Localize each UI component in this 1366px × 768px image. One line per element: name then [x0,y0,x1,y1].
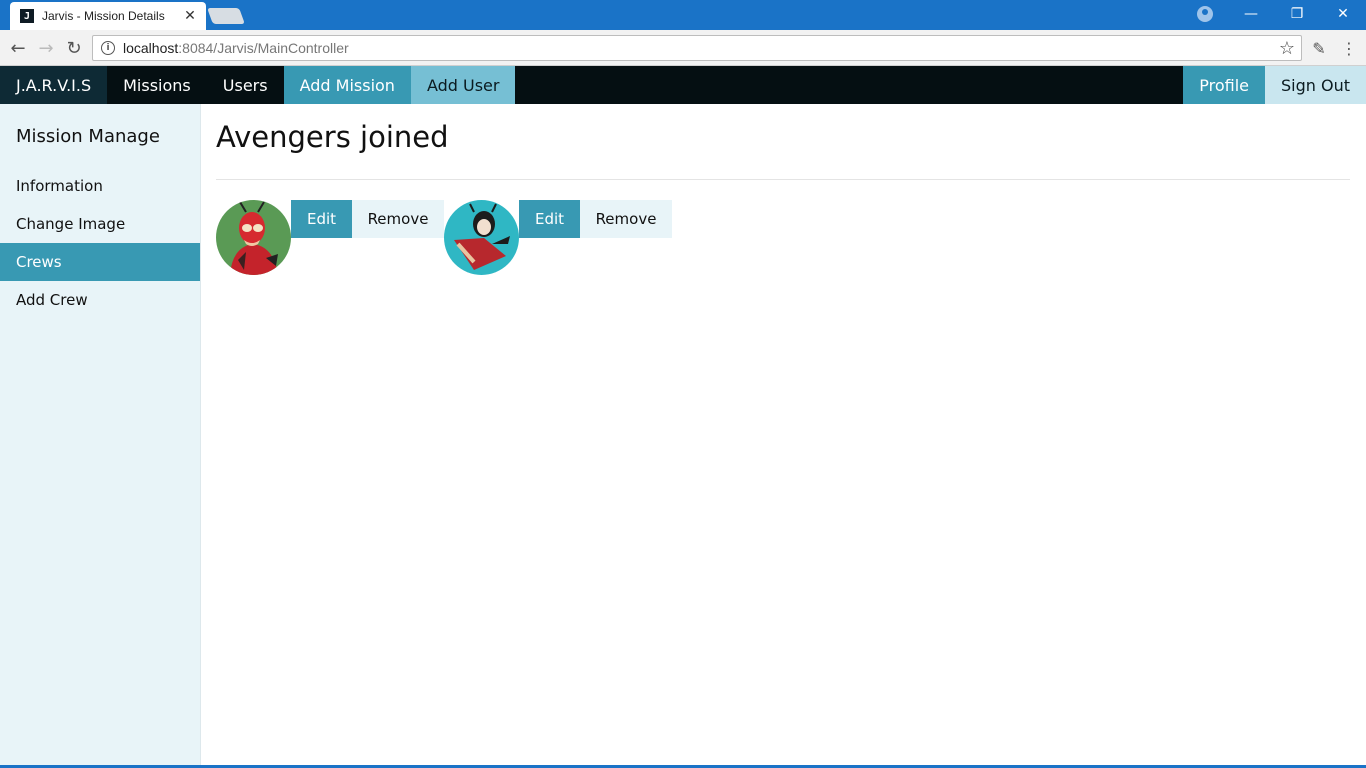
nav-add-user[interactable]: Add User [410,66,516,104]
nav-add-mission[interactable]: Add Mission [283,66,411,104]
crew-card: Edit Remove [216,200,444,275]
kebab-menu-icon[interactable]: ⋮ [1337,36,1361,60]
sidebar-item-crews[interactable]: Crews [0,243,200,281]
forward-arrow-icon[interactable]: → [34,36,58,60]
page-title: Avengers joined [216,120,449,154]
remove-button[interactable]: Remove [352,200,444,238]
tab-close-icon[interactable]: ✕ [182,8,198,24]
nav-profile[interactable]: Profile [1183,66,1265,104]
divider [216,179,1350,180]
navbar-right: Profile Sign Out [1183,66,1366,104]
browser-titlebar: J Jarvis - Mission Details ✕ — ❐ ✕ [0,0,1366,30]
crew-card: Edit Remove [444,200,672,275]
eyedropper-icon[interactable]: ✎ [1307,36,1331,60]
favicon-icon: J [20,9,34,23]
sidebar-item-add-crew[interactable]: Add Crew [0,281,200,319]
avatar [444,200,519,275]
info-icon[interactable]: i [101,41,115,55]
browser-tab[interactable]: J Jarvis - Mission Details ✕ [10,2,206,30]
remove-button[interactable]: Remove [580,200,672,238]
account-icon[interactable] [1197,6,1213,22]
close-icon[interactable]: ✕ [1320,0,1366,28]
nav-users[interactable]: Users [207,66,284,104]
url-host: localhost [123,40,179,56]
back-arrow-icon[interactable]: ← [6,36,30,60]
edit-button[interactable]: Edit [291,200,352,238]
nav-sign-out[interactable]: Sign Out [1265,66,1366,104]
reload-icon[interactable]: ↻ [62,36,86,60]
sidebar: Mission Manage Information Change Image … [0,104,201,768]
tab-title: Jarvis - Mission Details [42,9,165,23]
browser-toolbar: ← → ↻ i localhost:8084/Jarvis/MainContro… [0,30,1366,66]
edit-button[interactable]: Edit [519,200,580,238]
url-path: :8084/Jarvis/MainController [178,40,349,56]
star-icon[interactable]: ☆ [1279,38,1295,59]
avatar [216,200,291,275]
sidebar-heading: Mission Manage [16,126,160,147]
sidebar-item-information[interactable]: Information [0,167,200,205]
nav-missions[interactable]: Missions [107,66,207,104]
app-navbar: J.A.R.V.I.S Missions Users Add Mission A… [0,66,1366,104]
brand-link[interactable]: J.A.R.V.I.S [0,66,108,104]
sidebar-item-change-image[interactable]: Change Image [0,205,200,243]
restore-icon[interactable]: ❐ [1274,0,1320,28]
crew-avatar-image [216,200,291,275]
new-tab-button[interactable] [207,8,245,24]
address-bar[interactable]: i localhost:8084/Jarvis/MainController ☆ [92,35,1302,61]
crew-avatar-image [444,200,519,275]
minimize-icon[interactable]: — [1228,0,1274,28]
